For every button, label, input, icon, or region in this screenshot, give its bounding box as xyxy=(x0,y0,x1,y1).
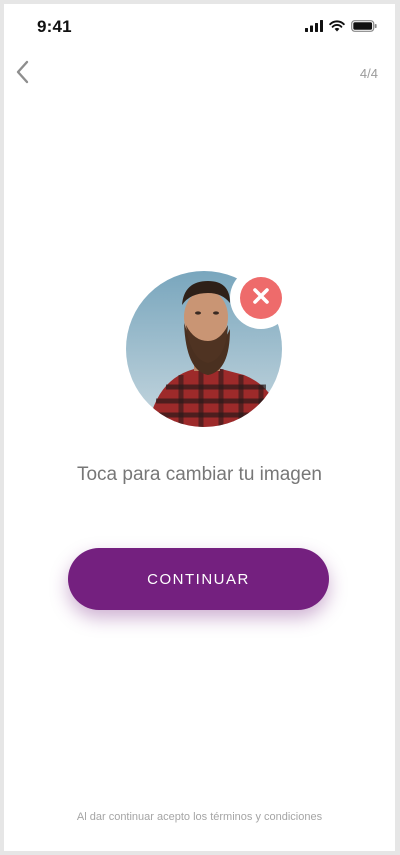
app-screen: 9:41 4/4 Toca para cambiar tu imagen CON… xyxy=(4,4,395,851)
step-counter: 4/4 xyxy=(359,66,378,81)
wifi-icon xyxy=(329,20,345,32)
status-icons xyxy=(305,20,377,32)
remove-photo-circle xyxy=(240,277,282,319)
chevron-left-icon xyxy=(15,60,29,89)
battery-icon xyxy=(351,20,377,32)
status-bar: 9:41 xyxy=(4,4,395,48)
terms-text[interactable]: Al dar continuar acepto los términos y c… xyxy=(4,811,395,823)
remove-photo-button[interactable] xyxy=(230,267,292,329)
back-button[interactable] xyxy=(8,58,36,90)
close-icon xyxy=(252,287,270,310)
cellular-signal-icon xyxy=(305,20,323,32)
change-photo-hint[interactable]: Toca para cambiar tu imagen xyxy=(4,464,395,486)
continue-button[interactable]: CONTINUAR xyxy=(68,548,329,610)
profile-photo-picker[interactable] xyxy=(126,267,292,427)
status-time: 9:41 xyxy=(37,17,72,36)
